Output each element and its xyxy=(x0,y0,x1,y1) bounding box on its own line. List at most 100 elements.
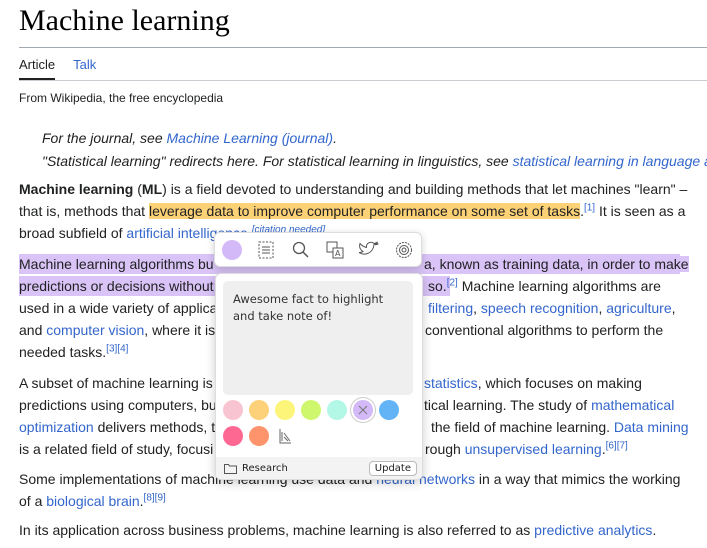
highlighter-toolbar: A xyxy=(214,232,422,267)
citation-link[interactable]: [1] xyxy=(584,202,595,213)
text: in a way that mimics the working xyxy=(475,471,681,487)
text: predictions or decisions without xyxy=(19,278,214,294)
text: tical learning. The study of xyxy=(424,397,592,413)
text: , xyxy=(473,300,481,316)
wiki-link[interactable]: mathematical xyxy=(591,397,674,413)
text-line: statistics, which focuses on making xyxy=(424,373,642,393)
color-swatch[interactable] xyxy=(301,400,321,420)
color-swatch[interactable] xyxy=(223,400,243,420)
summary-icon[interactable] xyxy=(255,239,277,261)
text: Machine learning algorithms are xyxy=(457,278,661,294)
divider xyxy=(19,47,707,48)
text: , where it is xyxy=(144,322,216,338)
text: predictions using computers, bu xyxy=(19,397,217,413)
wiki-link[interactable]: agriculture xyxy=(606,300,671,316)
note-textarea[interactable]: Awesome fact to highlight and take note … xyxy=(223,281,413,395)
tab-talk[interactable]: Talk xyxy=(73,57,96,80)
citation-link[interactable]: [6][7] xyxy=(606,440,628,451)
wiki-link[interactable]: predictive analytics xyxy=(534,522,652,538)
text-line: is a related field of study, focusi xyxy=(19,439,213,459)
color-swatch[interactable] xyxy=(379,400,399,420)
text: A subset of machine learning is xyxy=(19,375,213,391)
color-swatch[interactable] xyxy=(275,400,295,420)
text: needed tasks. xyxy=(19,344,107,360)
text: Machine learning algorithms bu xyxy=(19,256,214,272)
folder-name: Research xyxy=(242,462,288,474)
text: For the journal, see xyxy=(42,130,167,146)
text-line: In its application across business probl… xyxy=(19,520,656,540)
text-line: tical learning. The study of mathematica… xyxy=(424,395,674,415)
wiki-link[interactable]: optimization xyxy=(19,419,94,435)
text: In its application across business probl… xyxy=(19,522,535,538)
twitter-icon[interactable] xyxy=(358,239,380,261)
note-footer: Research Update xyxy=(216,457,422,479)
text-line: A subset of machine learning is xyxy=(19,373,213,393)
text: used in a wide variety of applica xyxy=(19,300,218,316)
citation-link[interactable]: [3][4] xyxy=(106,343,128,354)
color-swatch[interactable] xyxy=(327,400,347,420)
svg-text:A: A xyxy=(335,249,341,258)
text-line: "Statistical learning" redirects here. F… xyxy=(42,151,707,171)
text-line: For the journal, see Machine Learning (j… xyxy=(42,128,337,148)
color-swatch[interactable] xyxy=(249,426,269,446)
remove-icon xyxy=(358,405,368,415)
color-swatch[interactable] xyxy=(353,400,373,420)
highlight-color-icon[interactable] xyxy=(221,239,243,261)
tab-article[interactable]: Article xyxy=(19,57,56,80)
citation-link[interactable]: [2] xyxy=(447,277,458,288)
text-line: predictions using computers, bu xyxy=(19,395,217,415)
text-line: Machine learning (ML) is a field devoted… xyxy=(19,179,687,199)
text-line: the field of machine learning. Data mini… xyxy=(431,417,689,437)
text: and xyxy=(19,322,47,338)
text: conventional algorithms to perform the xyxy=(425,322,664,338)
text-line: needed tasks.[3][4] xyxy=(19,342,128,362)
text-line: and computer vision, where it is xyxy=(19,320,215,340)
subtitle: From Wikipedia, the free encyclopedia xyxy=(19,91,224,105)
wiki-link[interactable]: Data mining xyxy=(614,419,689,435)
wiki-link[interactable]: filtering xyxy=(428,300,473,316)
wiki-link[interactable]: computer vision xyxy=(46,322,144,338)
folder-icon xyxy=(224,463,237,474)
highlighted-text: leverage data to improve computer perfor… xyxy=(148,203,581,219)
wiki-link[interactable]: statistics xyxy=(424,375,478,391)
page-title: Machine learning xyxy=(19,4,230,37)
wiki-link[interactable]: speech recognition xyxy=(481,300,599,316)
translate-icon[interactable]: A xyxy=(324,239,346,261)
clear-format-icon[interactable] xyxy=(275,426,295,446)
wiki-link[interactable]: Machine Learning xyxy=(167,130,282,146)
text: ) is a field devoted to understanding an… xyxy=(162,181,688,197)
page-tabs: Article Talk xyxy=(19,57,96,80)
text-line: used in a wide variety of applica xyxy=(19,298,217,318)
text-line: of a biological brain.[8][9] xyxy=(19,491,166,511)
settings-icon[interactable] xyxy=(393,239,415,261)
text: It is seen as a xyxy=(595,203,686,219)
text-line: conventional algorithms to perform the xyxy=(425,320,663,340)
text-line: a, known as training data, in order to m… xyxy=(424,254,689,274)
text: broad subfield of xyxy=(19,225,127,241)
wiki-link[interactable]: biological brain xyxy=(46,493,139,509)
highlighted-text: so. xyxy=(428,278,447,294)
text: that is, methods that xyxy=(19,203,149,219)
text-line: filtering, speech recognition, agricultu… xyxy=(428,298,676,318)
text: is a related field of study, focusi xyxy=(19,441,214,457)
text: , which focuses on making xyxy=(477,375,642,391)
search-icon[interactable] xyxy=(290,239,312,261)
note-panel: Awesome fact to highlight and take note … xyxy=(215,273,423,480)
divider xyxy=(19,80,707,81)
folder-selector[interactable]: Research xyxy=(224,463,288,474)
text: delivers methods, t xyxy=(93,419,216,435)
text: ( xyxy=(133,181,142,197)
wiki-link[interactable]: (journal) xyxy=(282,130,333,146)
color-swatch[interactable] xyxy=(223,426,243,446)
wiki-link[interactable]: unsupervised learning xyxy=(465,441,602,457)
text: ML xyxy=(141,181,163,197)
text: Machine learning xyxy=(19,181,134,197)
text: , xyxy=(671,300,676,316)
update-button[interactable]: Update xyxy=(368,460,417,476)
highlighted-text: a, known as training data, in order to m… xyxy=(424,256,689,272)
color-swatch[interactable] xyxy=(249,400,269,420)
text: the field of machine learning. xyxy=(431,419,614,435)
citation-link[interactable]: [8][9] xyxy=(144,492,166,503)
color-swatches xyxy=(223,400,418,446)
wiki-link[interactable]: statistical learning in language a xyxy=(513,153,707,169)
